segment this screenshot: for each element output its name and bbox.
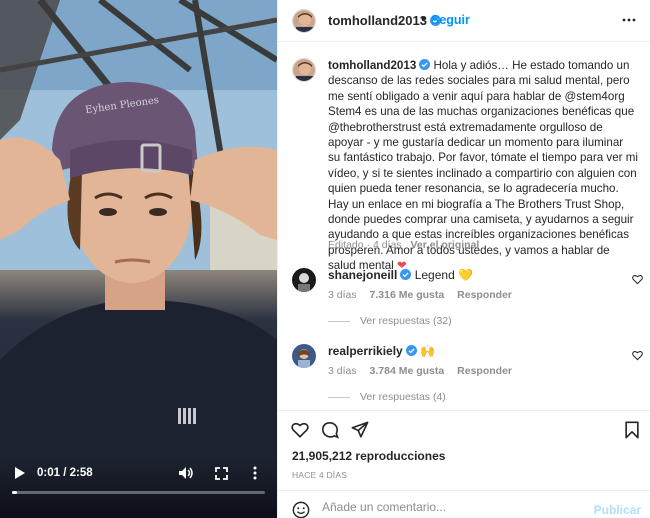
yellow-heart-emoji: 💛 — [458, 268, 474, 282]
video-player[interactable]: Eyhen Pleones 0:01 / 2:58 — [0, 0, 277, 518]
heart-outline-icon[interactable] — [632, 274, 643, 285]
comment-likes[interactable]: 7.316 Me gusta — [370, 289, 445, 301]
video-progress-fill — [12, 491, 18, 494]
caption-meta: Editado · 4 días Ver el original — [328, 239, 479, 251]
see-original-link[interactable]: Ver el original — [410, 239, 479, 251]
person-figure — [0, 82, 277, 518]
publish-button[interactable]: Publicar — [594, 503, 641, 517]
emoji-picker-icon[interactable] — [292, 501, 310, 518]
more-vertical-icon[interactable] — [252, 466, 258, 480]
verified-badge-icon — [405, 345, 417, 356]
comment-avatar[interactable] — [292, 344, 316, 368]
play-icon[interactable] — [12, 466, 26, 480]
reply-button[interactable]: Responder — [457, 289, 512, 301]
view-count[interactable]: 21,905,212 reproducciones — [292, 449, 445, 463]
post-panel: tomholland2013 • Seguir tomholland2013 H… — [277, 0, 650, 518]
share-icon[interactable] — [351, 421, 369, 439]
verified-badge-icon — [419, 59, 431, 70]
post-date[interactable]: HACE 4 DÍAS — [292, 470, 347, 480]
raised-hands-emoji: 🙌 — [420, 344, 436, 358]
replies-divider — [328, 320, 350, 322]
view-replies-link[interactable]: Ver respuestas (32) — [328, 315, 452, 327]
bookmark-icon[interactable] — [623, 421, 641, 439]
like-heart-icon[interactable] — [291, 421, 309, 439]
caption-username[interactable]: tomholland2013 — [328, 59, 416, 72]
comment-item: realperrikiely 🙌 3 días 3.784 Me gusta R… — [278, 342, 650, 410]
post-actions — [278, 410, 650, 446]
comment-meta: 3 días 7.316 Me gusta Responder — [328, 289, 522, 301]
comment-time[interactable]: 3 días — [328, 365, 357, 377]
avatar[interactable] — [292, 9, 316, 33]
comment-likes[interactable]: 3.784 Me gusta — [370, 365, 445, 377]
comment-username[interactable]: realperrikiely — [328, 344, 403, 358]
header-separator: • — [421, 12, 426, 26]
edited-label: Editado · 4 días — [328, 239, 402, 251]
fullscreen-icon[interactable] — [215, 467, 228, 480]
follow-button[interactable]: Seguir — [431, 13, 470, 27]
comment-time[interactable]: 3 días — [328, 289, 357, 301]
comment-text: Legend — [414, 268, 455, 282]
verified-badge-icon — [400, 269, 412, 280]
video-time: 0:01 / 2:58 — [37, 467, 93, 479]
more-horizontal-icon[interactable] — [621, 12, 637, 28]
comment-username[interactable]: shanejoneill — [328, 268, 397, 282]
post-header: tomholland2013 • Seguir — [278, 0, 650, 42]
comment-body: shanejoneill Legend 💛 — [328, 268, 473, 282]
comment-meta: 3 días 3.784 Me gusta Responder — [328, 365, 522, 377]
comment-avatar[interactable] — [292, 268, 316, 292]
comment-icon[interactable] — [321, 421, 339, 439]
volume-icon[interactable] — [178, 466, 194, 480]
comment-bar: Publicar — [278, 490, 650, 518]
replies-divider — [328, 396, 350, 398]
reply-button[interactable]: Responder — [457, 365, 512, 377]
comments-scroll-area[interactable]: tomholland2013 Hola y adiós… He estado t… — [278, 42, 650, 410]
heart-outline-icon[interactable] — [632, 350, 643, 361]
caption-avatar[interactable] — [292, 58, 316, 82]
video-progress-bar[interactable] — [12, 491, 265, 494]
comment-body: realperrikiely 🙌 — [328, 344, 435, 358]
comment-input[interactable] — [322, 500, 582, 514]
comment-item: shanejoneill Legend 💛 3 días 7.316 Me gu… — [278, 266, 650, 342]
view-replies-link[interactable]: Ver respuestas (4) — [328, 391, 446, 403]
